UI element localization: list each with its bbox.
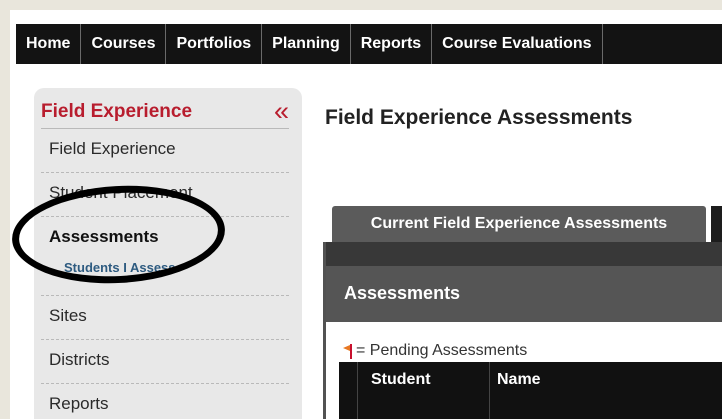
sidebar-item-label: Field Experience	[49, 139, 176, 158]
panel-title: Assessments	[344, 283, 461, 303]
sidebar-item-label: Districts	[49, 350, 110, 369]
assessments-panel: Assessments = Pending Assessments Studen…	[323, 242, 722, 419]
sidebar-title: Field Experience	[41, 101, 193, 122]
top-navigation: Home Courses Portfolios Planning Reports…	[16, 24, 722, 64]
sidebar-item-field-experience[interactable]: Field Experience	[41, 129, 289, 173]
sidebar-item-reports[interactable]: Reports	[41, 384, 289, 419]
pending-flag-icon	[343, 344, 352, 359]
column-divider	[357, 362, 358, 419]
legend-text: = Pending Assessments	[356, 342, 528, 359]
table-header: Student Name	[339, 362, 722, 419]
nav-course-evaluations[interactable]: Course Evaluations	[432, 24, 603, 64]
pending-legend: = Pending Assessments	[342, 342, 527, 360]
sidebar-item-label: Sites	[49, 306, 87, 325]
page: Home Courses Portfolios Planning Reports…	[10, 10, 722, 419]
nav-portfolios[interactable]: Portfolios	[166, 24, 263, 64]
tab-next[interactable]	[711, 206, 722, 242]
nav-home[interactable]: Home	[16, 24, 82, 64]
panel-header: Assessments	[326, 266, 722, 322]
sidebar-item-label: Reports	[49, 394, 109, 413]
column-header-student[interactable]: Student	[371, 371, 431, 389]
sidebar-item-districts[interactable]: Districts	[41, 340, 289, 384]
nav-planning[interactable]: Planning	[262, 24, 351, 64]
sidebar-header: Field Experience «	[41, 96, 289, 129]
sidebar-item-sites[interactable]: Sites	[41, 296, 289, 340]
column-header-name[interactable]: Name	[497, 371, 541, 389]
nav-reports[interactable]: Reports	[351, 24, 433, 64]
column-divider	[489, 362, 490, 419]
panel-toolbar	[326, 242, 722, 266]
collapse-sidebar-icon[interactable]: «	[274, 96, 289, 126]
nav-courses[interactable]: Courses	[81, 24, 167, 64]
tab-current-assessments[interactable]: Current Field Experience Assessments	[332, 206, 706, 242]
page-title: Field Experience Assessments	[325, 106, 633, 129]
